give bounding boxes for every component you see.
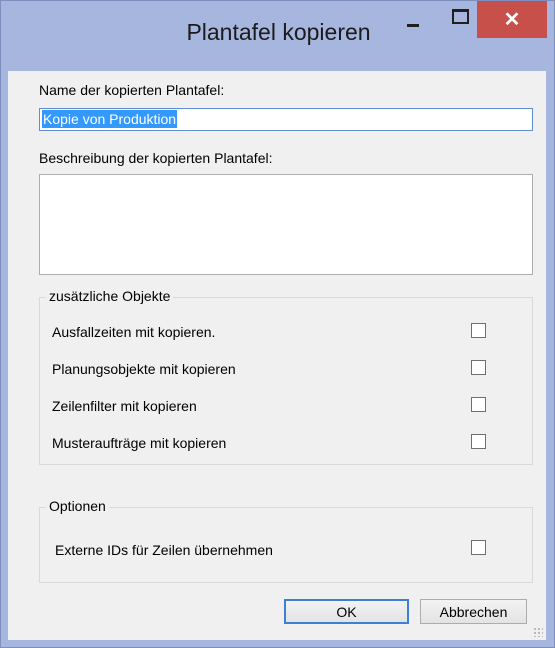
title-bar[interactable]: Plantafel kopieren ✕ [1,1,554,71]
checkbox-label-ausfallzeiten: Ausfallzeiten mit kopieren. [52,324,216,340]
description-textarea[interactable] [39,174,533,275]
extra-objects-title: zusätzliche Objekte [46,288,174,304]
checkbox-zeilenfilter[interactable] [471,397,486,412]
name-input-selected-text: Kopie von Produktion [42,110,178,128]
ok-button[interactable]: OK [284,599,409,624]
close-icon: ✕ [503,9,521,31]
checkbox-label-zeilenfilter: Zeilenfilter mit kopieren [52,398,197,414]
cancel-button[interactable]: Abbrechen [420,599,527,624]
name-input[interactable]: Kopie von Produktion [39,108,533,131]
options-group: Optionen Externe IDs für Zeilen übernehm… [39,498,533,583]
minimize-button[interactable] [394,1,432,37]
checkbox-label-musterauftraege: Musteraufträge mit kopieren [52,435,227,451]
maximize-icon [451,8,469,24]
dialog-content: Name der kopierten Plantafel: Kopie von … [8,71,546,640]
checkbox-planungsobjekte[interactable] [471,360,486,375]
checkbox-musterauftraege[interactable] [471,434,486,449]
close-button[interactable]: ✕ [477,1,547,38]
name-label: Name der kopierten Plantafel: [39,82,225,98]
checkbox-label-planungsobjekte: Planungsobjekte mit kopieren [52,361,236,377]
checkbox-externe-ids[interactable] [471,540,486,555]
minimize-icon [407,23,419,27]
extra-objects-group: zusätzliche Objekte Ausfallzeiten mit ko… [39,288,533,465]
maximize-button[interactable] [441,1,479,37]
resize-grip-icon[interactable] [533,627,543,637]
description-label: Beschreibung der kopierten Plantafel: [39,150,273,166]
checkbox-ausfallzeiten[interactable] [471,323,486,338]
dialog-window: Plantafel kopieren ✕ Name der kopierten … [0,0,555,648]
options-title: Optionen [46,498,109,514]
checkbox-label-externe-ids: Externe IDs für Zeilen übernehmen [55,542,273,558]
